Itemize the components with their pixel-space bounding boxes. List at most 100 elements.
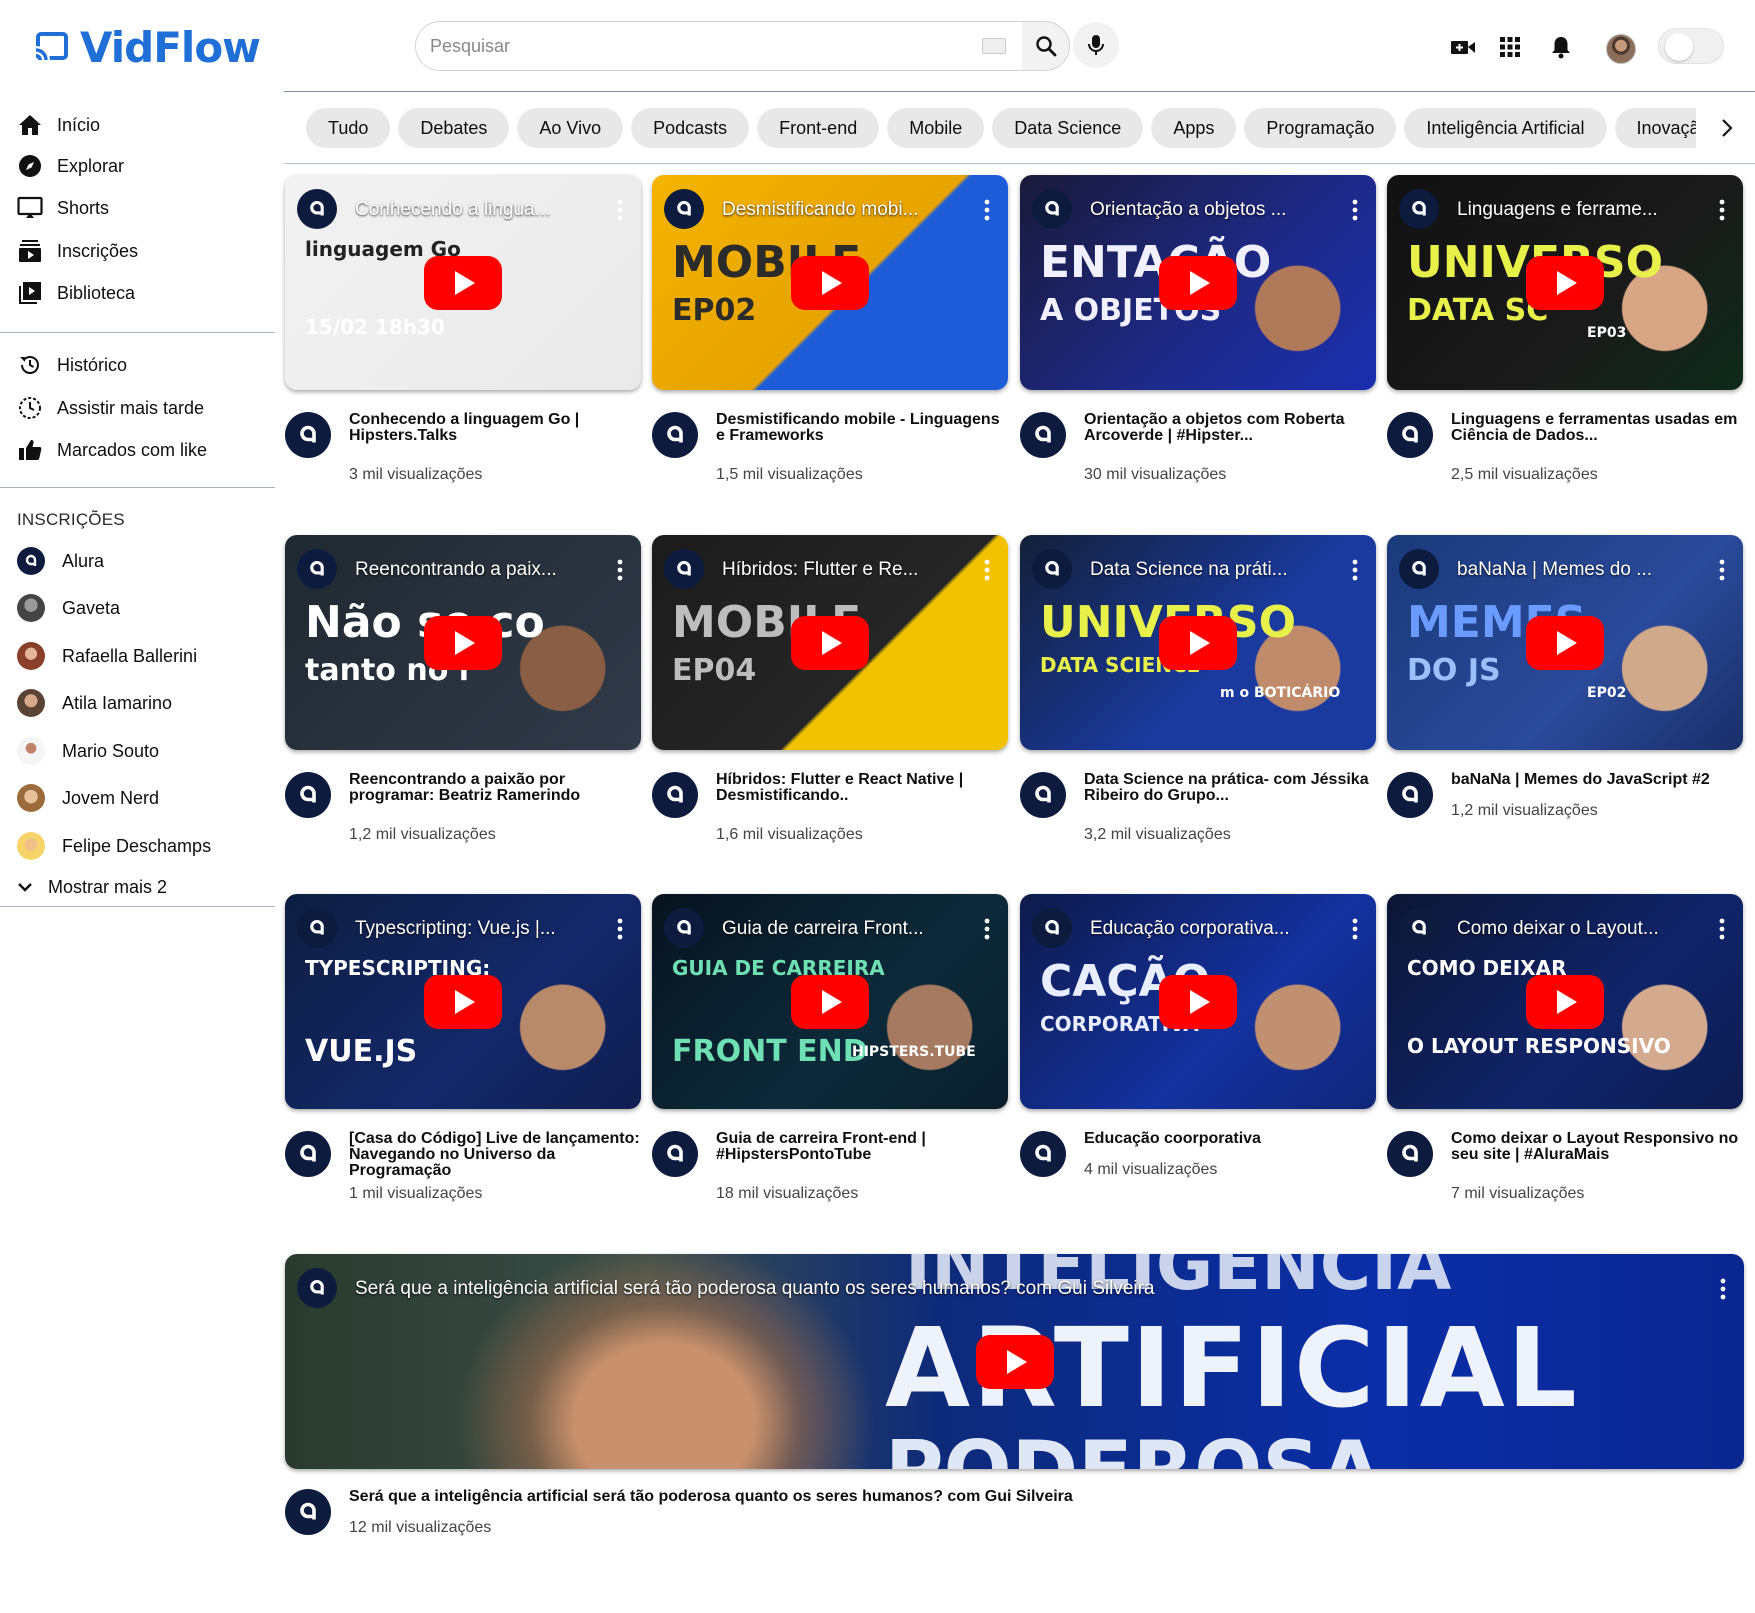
video-title[interactable]: Como deixar o Layout Responsivo no seu s… [1451, 1131, 1743, 1163]
channel-avatar[interactable] [1387, 1131, 1433, 1177]
keyboard-icon[interactable] [982, 38, 1006, 54]
video-title[interactable]: Híbridos: Flutter e React Native | Desmi… [716, 772, 1008, 804]
channel-avatar[interactable] [285, 772, 331, 818]
more-vert-icon[interactable] [984, 559, 990, 581]
notifications-button[interactable] [1548, 34, 1574, 60]
more-vert-icon[interactable] [617, 918, 623, 940]
more-vert-icon[interactable] [617, 199, 623, 221]
sidebar-sub-jovem-nerd[interactable]: Jovem Nerd [0, 779, 275, 817]
video-thumbnail[interactable]: UNIVERSODATA SCEP03Linguagens e ferrame.… [1387, 175, 1743, 390]
video-thumbnail[interactable]: TYPESCRIPTING: VUE.JS Typescripting: Vue.j… [285, 894, 641, 1109]
more-vert-icon[interactable] [1352, 918, 1358, 940]
play-button[interactable] [1159, 974, 1237, 1029]
create-video-button[interactable] [1450, 34, 1476, 60]
sidebar-sub-atila-iamarino[interactable]: Atila Iamarino [0, 684, 275, 722]
channel-avatar[interactable] [1020, 1131, 1066, 1177]
chip-tudo[interactable]: Tudo [306, 108, 391, 148]
sidebar-sub-rafaella-ballerini[interactable]: Rafaella Ballerini [0, 637, 275, 675]
channel-avatar[interactable] [285, 1489, 331, 1535]
chip-podcasts[interactable]: Podcasts [631, 108, 750, 148]
featured-video-thumbnail[interactable]: INTELIGÊNCIA ARTIFICIAL PODEROSA Será qu… [285, 1254, 1744, 1469]
play-button[interactable] [424, 255, 502, 310]
logo[interactable]: VidFlow [32, 26, 261, 70]
play-button[interactable] [791, 974, 869, 1029]
play-button[interactable] [424, 615, 502, 670]
play-button[interactable] [424, 974, 502, 1029]
play-button[interactable] [1159, 255, 1237, 310]
video-title[interactable]: Será que a inteligência artificial será … [349, 1489, 1249, 1505]
more-vert-icon[interactable] [1352, 199, 1358, 221]
video-thumbnail[interactable]: GUIA DE CARREIRA FRONT END HIPSTERS.TUBE Gu… [652, 894, 1008, 1109]
more-vert-icon[interactable] [1719, 918, 1725, 940]
voice-search-button[interactable] [1073, 22, 1119, 68]
video-title[interactable]: baNaNa | Memes do JavaScript #2 [1451, 772, 1743, 788]
chips-next-button[interactable] [1713, 114, 1741, 142]
video-thumbnail[interactable]: MEMES DO JS EP02 baNaNa | Memes do ... [1387, 535, 1743, 750]
channel-avatar[interactable] [1387, 412, 1433, 458]
video-title[interactable]: Orientação a objetos com Roberta Arcover… [1084, 412, 1376, 444]
chip-programacao[interactable]: Programação [1244, 108, 1397, 148]
video-title[interactable]: Guia de carreira Front-end | #HipstersPo… [716, 1131, 1008, 1163]
chip-inovacao[interactable]: Inovação [1614, 108, 1696, 148]
more-vert-icon[interactable] [617, 559, 623, 581]
channel-avatar[interactable] [652, 772, 698, 818]
sidebar-item-marcados-com-like[interactable]: Marcados com like [0, 431, 275, 469]
play-button[interactable] [1526, 255, 1604, 310]
chip-apps[interactable]: Apps [1151, 108, 1237, 148]
chip-inteligencia-artificial[interactable]: Inteligência Artificial [1404, 108, 1607, 148]
show-more-button[interactable]: Mostrar mais 2 [0, 868, 275, 906]
video-title[interactable]: [Casa do Código] Live de lançamento: Nav… [349, 1131, 641, 1179]
chip-ao-vivo[interactable]: Ao Vivo [517, 108, 624, 148]
search-button[interactable] [1022, 21, 1070, 71]
video-thumbnail[interactable]: Não se cotanto no iReencontrando a paix.… [285, 535, 641, 750]
channel-avatar[interactable] [285, 412, 331, 458]
channel-avatar[interactable] [1020, 772, 1066, 818]
sidebar-item-biblioteca[interactable]: Biblioteca [0, 274, 275, 312]
video-thumbnail[interactable]: CAÇÃO CORPORATIVA Educação corporativa... [1020, 894, 1376, 1109]
sidebar-item-assistir-mais-tarde[interactable]: Assistir mais tarde [0, 389, 275, 427]
video-thumbnail[interactable]: MOBILE EP02 Desmistificando mobi... [652, 175, 1008, 390]
sidebar-sub-alura[interactable]: Alura [0, 542, 275, 580]
sidebar-item-shorts[interactable]: Shorts [0, 189, 275, 227]
video-thumbnail[interactable]: UNIVERSODATA SCIENCEm o BOTICÁRIOData Sc… [1020, 535, 1376, 750]
play-button[interactable] [791, 255, 869, 310]
video-title[interactable]: Educação coorporativa [1084, 1131, 1376, 1147]
theme-toggle[interactable] [1658, 28, 1724, 64]
play-button[interactable] [1526, 615, 1604, 670]
chip-debates[interactable]: Debates [398, 108, 510, 148]
channel-avatar[interactable] [652, 1131, 698, 1177]
play-button[interactable] [791, 615, 869, 670]
more-vert-icon[interactable] [1719, 199, 1725, 221]
sidebar-sub-gaveta[interactable]: Gaveta [0, 589, 275, 627]
more-vert-icon[interactable] [1719, 559, 1725, 581]
video-thumbnail[interactable]: MOBILE EP04 Híbridos: Flutter e Re... [652, 535, 1008, 750]
sidebar-item-explorar[interactable]: Explorar [0, 147, 275, 185]
play-button[interactable] [1526, 974, 1604, 1029]
channel-avatar[interactable] [285, 1131, 331, 1177]
video-thumbnail[interactable]: ENTAÇÃO A OBJETOS Orientação a objetos ... [1020, 175, 1376, 390]
more-vert-icon[interactable] [984, 199, 990, 221]
channel-avatar[interactable] [652, 412, 698, 458]
channel-avatar[interactable] [1387, 772, 1433, 818]
video-title[interactable]: Data Science na prática- com Jéssika Rib… [1084, 772, 1376, 804]
chip-mobile[interactable]: Mobile [887, 108, 985, 148]
sidebar-item-inicio[interactable]: Início [0, 106, 275, 144]
video-title[interactable]: Linguagens e ferramentas usadas em Ciênc… [1451, 412, 1743, 444]
chip-front-end[interactable]: Front-end [757, 108, 880, 148]
more-vert-icon[interactable] [1352, 559, 1358, 581]
user-avatar[interactable] [1606, 34, 1636, 64]
search-input[interactable] [420, 23, 982, 69]
video-title[interactable]: Conhecendo a linguagem Go | Hipsters.Tal… [349, 412, 641, 444]
chip-data-science[interactable]: Data Science [992, 108, 1144, 148]
sidebar-item-inscricoes[interactable]: Inscrições [0, 232, 275, 270]
apps-button[interactable] [1497, 34, 1523, 60]
more-vert-icon[interactable] [1720, 1278, 1726, 1300]
video-title[interactable]: Reencontrando a paixão por programar: Be… [349, 772, 641, 804]
sidebar-item-historico[interactable]: Histórico [0, 346, 275, 384]
channel-avatar[interactable] [1020, 412, 1066, 458]
video-title[interactable]: Desmistificando mobile - Linguagens e Fr… [716, 412, 1008, 444]
video-thumbnail[interactable]: linguagem Go 15/02 18h30 Conhecendo a ling… [285, 175, 641, 390]
video-thumbnail[interactable]: COMO DEIXAR O LAYOUT RESPONSIVO Como deixa… [1387, 894, 1743, 1109]
sidebar-sub-felipe-deschamps[interactable]: Felipe Deschamps [0, 827, 275, 865]
more-vert-icon[interactable] [984, 918, 990, 940]
